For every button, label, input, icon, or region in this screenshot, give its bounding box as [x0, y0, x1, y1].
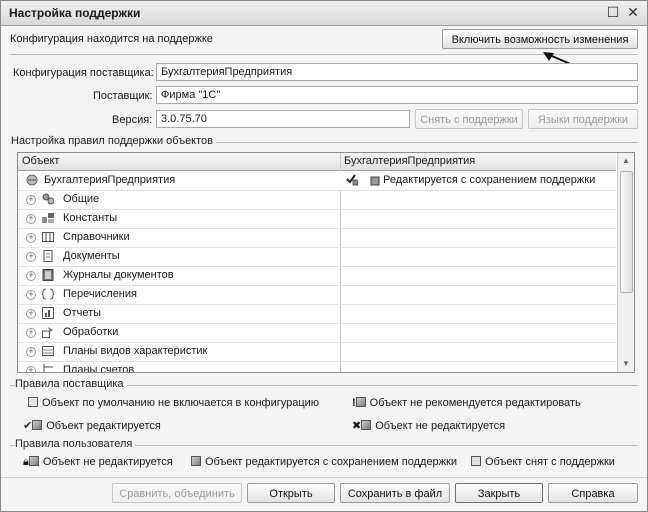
legend-user-supported: Объект редактируется с сохранением подде… [191, 456, 457, 468]
chart-types-icon [42, 346, 54, 356]
row-label: Планы счетов [63, 364, 135, 373]
table-row[interactable]: + Планы счетов [18, 361, 616, 373]
compare-merge-button[interactable]: Сравнить, объединить [112, 483, 242, 503]
cube-icon [471, 456, 481, 466]
support-cube-icon [370, 176, 380, 186]
legend-not-editable: ✖ Объект не редактируется [352, 420, 506, 432]
expand-icon[interactable]: + [26, 214, 36, 224]
row-label: Отчеты [63, 307, 102, 319]
root-object-rule: Редактируется с сохранением поддержки [383, 174, 596, 186]
restore-icon[interactable]: ☐ [605, 4, 621, 20]
row-label: Справочники [63, 231, 130, 243]
row-label: Журналы документов [63, 269, 174, 281]
open-button[interactable]: Открыть [247, 483, 335, 503]
close-button[interactable]: Закрыть [455, 483, 543, 503]
catalogs-icon [42, 232, 54, 242]
remove-support-button[interactable]: Снять с поддержки [415, 109, 523, 129]
save-to-file-button[interactable]: Сохранить в файл [340, 483, 450, 503]
table-row[interactable]: + Журналы документов [18, 266, 616, 286]
table-row[interactable]: + Константы [18, 209, 616, 229]
expand-icon[interactable]: + [26, 309, 36, 319]
table-row[interactable]: + Общие [18, 190, 616, 210]
table-row[interactable]: + Перечисления [18, 285, 616, 305]
root-object-name: БухгалтерияПредприятия [44, 174, 176, 186]
scroll-thumb[interactable] [620, 171, 633, 293]
cube-icon [28, 456, 39, 466]
table-row[interactable]: + Справочники [18, 228, 616, 248]
row-label: Общие [63, 193, 100, 205]
legend-not-included: Объект по умолчанию не включается в конф… [28, 397, 319, 409]
editable-check-icon [346, 174, 358, 186]
window-title: Настройка поддержки [9, 6, 141, 20]
row-label: Обработки [63, 326, 119, 338]
cube-icon [191, 456, 201, 466]
processors-icon [42, 327, 53, 338]
expand-icon[interactable]: + [26, 347, 36, 357]
table-row[interactable]: + Обработки [18, 323, 616, 343]
version-label: Версия: [112, 114, 153, 126]
status-text: Конфигурация находится на поддержке [10, 33, 213, 45]
help-button[interactable]: Справка [548, 483, 638, 503]
configuration-icon [26, 174, 38, 186]
objects-table[interactable]: Объект БухгалтерияПредприятия Бухгалтери… [17, 152, 635, 373]
legend-not-recommended: ! Объект не рекомендуется редактировать [352, 397, 581, 409]
support-settings-window: Настройка поддержки ☐ ✕ Конфигурация нах… [0, 0, 648, 512]
enable-changes-button[interactable]: Включить возможность изменения [442, 29, 638, 49]
table-row[interactable]: + Документы [18, 247, 616, 267]
scroll-down-icon[interactable]: ▼ [618, 356, 634, 372]
vendor-config-label: Конфигурация поставщика: [13, 67, 154, 79]
version-field: 3.0.75.70 [156, 110, 410, 128]
table-row[interactable]: + Отчеты [18, 304, 616, 324]
documents-icon [43, 250, 53, 262]
accounts-icon [43, 364, 53, 372]
user-rules-title: Правила пользователя [15, 438, 136, 450]
cross-icon: ✖ [352, 420, 362, 432]
vendor-rules-title: Правила поставщика [15, 378, 127, 390]
cube-icon [32, 420, 43, 430]
enums-icon [42, 288, 54, 300]
rules-group-title: Настройка правил поддержки объектов [11, 135, 216, 147]
column-header-vendor[interactable]: БухгалтерияПредприятия [344, 155, 475, 167]
table-row[interactable]: + Планы видов характеристик [18, 342, 616, 362]
row-label: Документы [63, 250, 120, 262]
row-label: Перечисления [63, 288, 137, 300]
scroll-up-icon[interactable]: ▲ [618, 153, 634, 169]
not-included-icon [28, 397, 38, 407]
cube-icon [361, 420, 372, 430]
expand-icon[interactable]: + [26, 195, 36, 205]
column-header-object[interactable]: Объект [22, 155, 59, 167]
table-row[interactable]: БухгалтерияПредприятия Редактируется с с… [18, 171, 616, 191]
cube-icon [355, 397, 366, 407]
footer-divider [1, 477, 647, 478]
table-header: Объект БухгалтерияПредприятия [18, 153, 616, 171]
close-icon[interactable]: ✕ [625, 4, 641, 20]
title-bar: Настройка поддержки ☐ ✕ [1, 1, 647, 26]
constants-icon [42, 213, 54, 223]
expand-icon[interactable]: + [26, 290, 36, 300]
legend-editable: ✔ Объект редактируется [23, 420, 161, 432]
row-label: Константы [63, 212, 118, 224]
vendor-field: Фирма "1С" [156, 86, 638, 104]
expand-icon[interactable]: + [26, 252, 36, 262]
journals-icon [42, 269, 54, 281]
support-languages-button[interactable]: Языки поддержки [528, 109, 638, 129]
common-icon [42, 193, 54, 205]
expand-icon[interactable]: + [26, 366, 36, 372]
expand-icon[interactable]: + [26, 328, 36, 338]
expand-icon[interactable]: + [26, 271, 36, 281]
legend-user-removed: Объект снят с поддержки [471, 456, 615, 468]
check-icon: ✔ [23, 420, 33, 432]
vendor-config-field: БухгалтерияПредприятия [156, 63, 638, 81]
expand-icon[interactable]: + [26, 233, 36, 243]
vendor-label: Поставщик: [93, 90, 153, 102]
row-label: Планы видов характеристик [63, 345, 208, 357]
legend-user-not-editable: 🔒︎ Объект не редактируется [23, 456, 173, 468]
reports-icon [42, 307, 54, 319]
vertical-scrollbar[interactable]: ▲ ▼ [617, 153, 634, 372]
